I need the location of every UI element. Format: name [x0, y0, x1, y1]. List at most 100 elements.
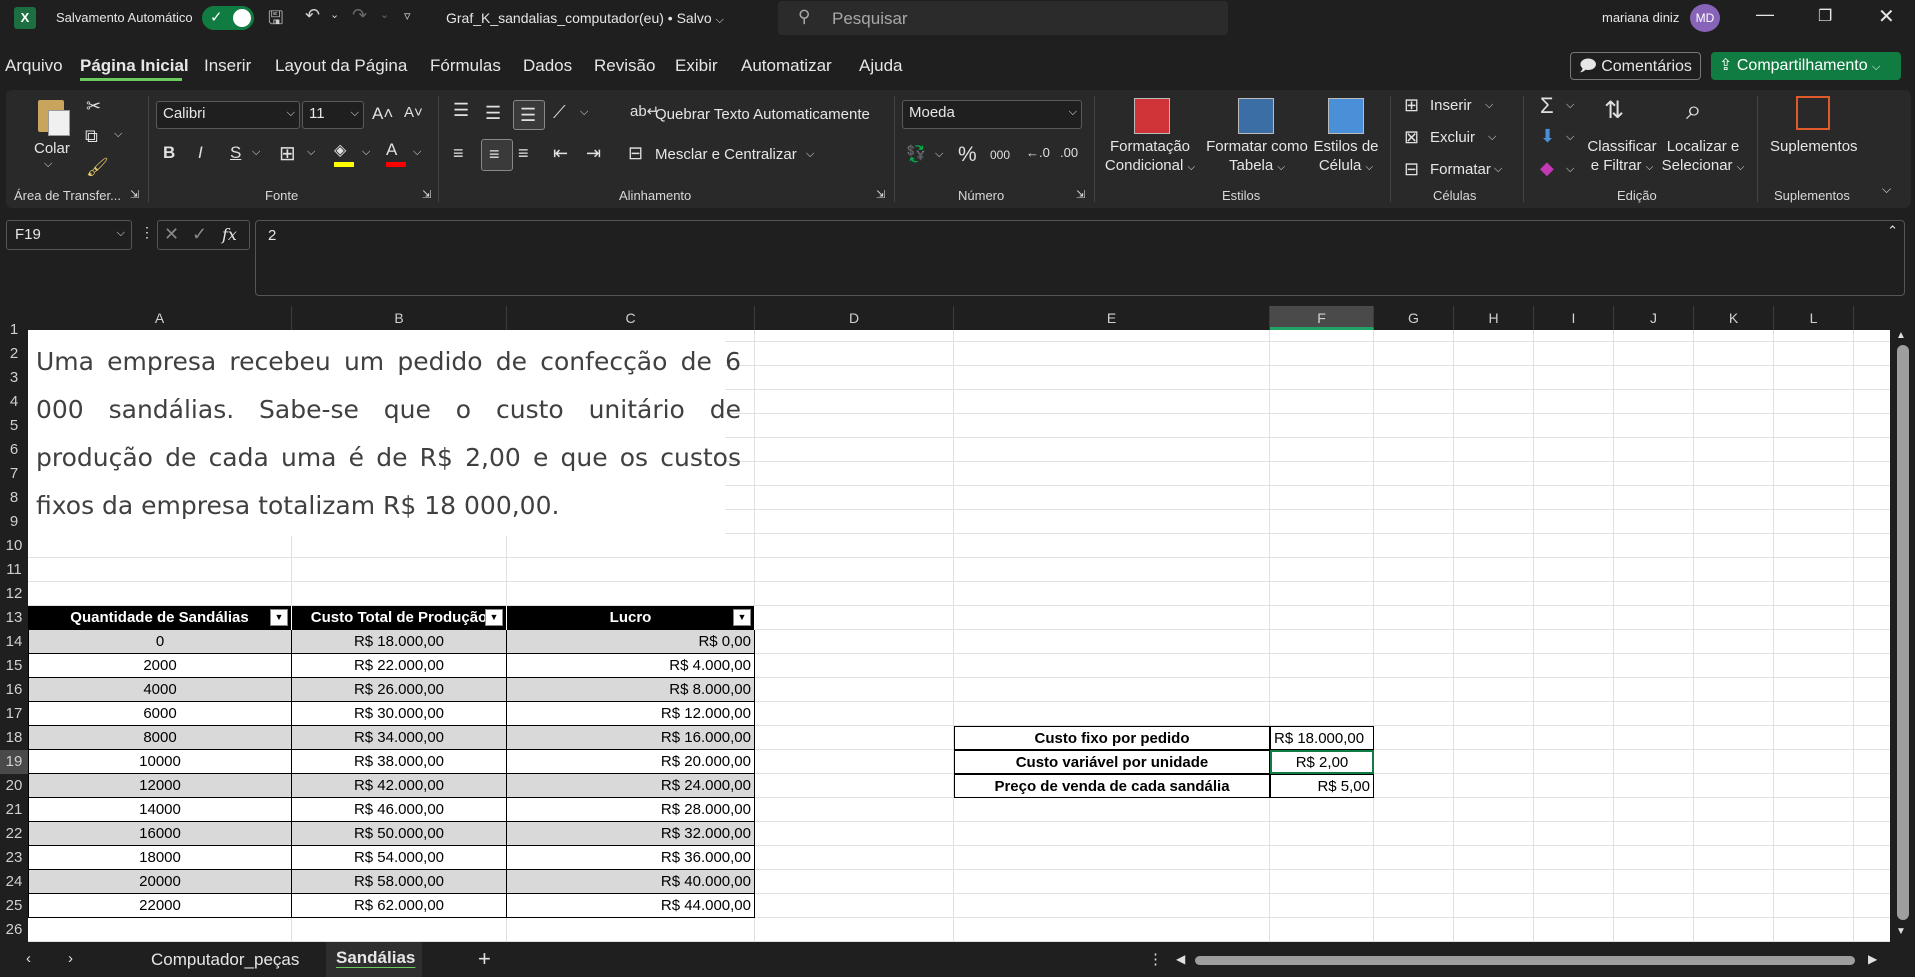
chevron-down-icon[interactable]: ⌵: [1494, 163, 1502, 176]
customize-toolbar-icon[interactable]: ▿: [404, 8, 411, 24]
chevron-down-icon[interactable]: ⌵: [1485, 99, 1493, 112]
row-header[interactable]: 9: [0, 510, 28, 534]
delete-cells-button[interactable]: Excluir: [1430, 129, 1475, 146]
clear-icon[interactable]: ◆: [1540, 158, 1554, 179]
chevron-down-icon[interactable]: ⌵: [1488, 131, 1496, 144]
name-box[interactable]: F19 ⌵: [6, 220, 132, 250]
delete-cells-icon[interactable]: ⊠: [1404, 127, 1419, 148]
table-cell[interactable]: R$ 50.000,00: [292, 822, 507, 846]
filter-dropdown-icon[interactable]: ▼: [733, 609, 751, 626]
increase-indent-icon[interactable]: ⇥: [586, 143, 601, 164]
table-cell[interactable]: R$ 32.000,00: [507, 822, 755, 846]
align-right-icon[interactable]: ≡: [518, 143, 529, 164]
table-cell[interactable]: R$ 28.000,00: [507, 798, 755, 822]
number-format-select[interactable]: Moeda ⌵: [902, 100, 1082, 129]
column-header[interactable]: A: [28, 306, 292, 330]
merge-center-button[interactable]: Mesclar e Centralizar: [655, 146, 797, 163]
table-cell[interactable]: 16000: [28, 822, 292, 846]
table-header-cell[interactable]: Lucro: [507, 606, 755, 630]
parameter-label[interactable]: Custo variável por unidade: [954, 750, 1270, 774]
increase-decimal-icon[interactable]: ←.0: [1026, 145, 1050, 160]
more-options-icon[interactable]: ⋮: [140, 224, 154, 241]
column-header-selected[interactable]: F: [1270, 306, 1374, 330]
row-header[interactable]: 23: [0, 846, 28, 870]
row-header[interactable]: 5: [0, 414, 28, 438]
chevron-down-icon[interactable]: ⌵: [252, 146, 260, 159]
row-header[interactable]: 14: [0, 630, 28, 654]
file-title[interactable]: Graf_K_sandalias_computador(eu) • Salvo …: [446, 10, 724, 27]
row-header[interactable]: 6: [0, 438, 28, 462]
more-options-icon[interactable]: ⋮: [1148, 950, 1163, 968]
row-header[interactable]: 17: [0, 702, 28, 726]
row-header[interactable]: 2: [0, 342, 28, 366]
cut-icon[interactable]: ✂: [86, 96, 101, 117]
table-header-cell[interactable]: Quantidade de Sandálias: [28, 606, 292, 630]
row-header[interactable]: 10: [0, 534, 28, 558]
column-header[interactable]: I: [1534, 306, 1614, 330]
row-header[interactable]: 26: [0, 918, 28, 942]
table-cell[interactable]: 6000: [28, 702, 292, 726]
table-cell[interactable]: 12000: [28, 774, 292, 798]
table-cell[interactable]: R$ 8.000,00: [507, 678, 755, 702]
chevron-down-icon[interactable]: ⌵: [307, 146, 315, 159]
row-header-selected[interactable]: 19: [0, 750, 28, 774]
font-size-select[interactable]: 11 ⌵: [302, 101, 364, 129]
chevron-down-icon[interactable]: ⌵: [362, 146, 370, 159]
close-icon[interactable]: ✕: [1878, 4, 1895, 29]
restore-icon[interactable]: ❐: [1818, 6, 1832, 26]
percent-button[interactable]: %: [958, 143, 977, 167]
row-header[interactable]: 24: [0, 870, 28, 894]
row-header[interactable]: 20: [0, 774, 28, 798]
row-header[interactable]: 11: [0, 558, 28, 582]
column-header[interactable]: B: [292, 306, 507, 330]
chevron-down-icon[interactable]: ⌵: [1566, 163, 1574, 176]
scroll-up-icon[interactable]: ▲: [1896, 330, 1906, 341]
tab-arquivo[interactable]: Arquivo: [5, 56, 63, 76]
cancel-icon[interactable]: ✕: [164, 224, 179, 245]
parameter-label[interactable]: Preço de venda de cada sandália: [954, 774, 1270, 798]
orientation-icon[interactable]: ⟋: [553, 102, 566, 123]
table-cell[interactable]: 2000: [28, 654, 292, 678]
copy-icon[interactable]: ⧉: [85, 126, 98, 147]
table-cell[interactable]: R$ 54.000,00: [292, 846, 507, 870]
comments-button[interactable]: 🗩 Comentários: [1570, 52, 1701, 80]
chevron-down-icon[interactable]: ⌵: [935, 148, 943, 161]
parameter-value[interactable]: R$ 18.000,00: [1270, 726, 1374, 750]
table-cell[interactable]: 22000: [28, 894, 292, 918]
chevron-up-icon[interactable]: ⌃: [1887, 223, 1898, 239]
table-cell[interactable]: 14000: [28, 798, 292, 822]
font-color-icon[interactable]: A: [386, 140, 406, 168]
column-header[interactable]: L: [1774, 306, 1854, 330]
align-bottom-button[interactable]: ☰: [513, 100, 545, 130]
autosave-toggle[interactable]: ✓: [202, 6, 254, 30]
table-cell[interactable]: 10000: [28, 750, 292, 774]
tab-exibir[interactable]: Exibir: [675, 56, 718, 76]
filter-dropdown-icon[interactable]: ▼: [485, 609, 503, 626]
share-button[interactable]: ⇪ Compartilhamento ⌵: [1711, 52, 1901, 80]
worksheet-grid[interactable]: Uma empresa recebeu um pedido de confecç…: [28, 330, 1890, 942]
cell-styles-button[interactable]: Estilos de Célula ⌵: [1310, 137, 1382, 177]
paste-icon[interactable]: [36, 96, 70, 136]
table-cell[interactable]: R$ 46.000,00: [292, 798, 507, 822]
row-header[interactable]: 22: [0, 822, 28, 846]
row-header[interactable]: 8: [0, 486, 28, 510]
table-cell[interactable]: R$ 30.000,00: [292, 702, 507, 726]
cell-styles-icon[interactable]: [1328, 98, 1364, 134]
row-header[interactable]: 16: [0, 678, 28, 702]
addins-icon[interactable]: [1796, 96, 1830, 130]
dialog-launcher-icon[interactable]: ⇲: [130, 188, 139, 201]
bold-button[interactable]: B: [163, 143, 175, 163]
row-header[interactable]: 7: [0, 462, 28, 486]
dialog-launcher-icon[interactable]: ⇲: [876, 188, 885, 201]
next-sheet-icon[interactable]: ›: [68, 950, 73, 967]
formula-input[interactable]: 2 ⌃: [255, 220, 1905, 296]
tab-dados[interactable]: Dados: [523, 56, 572, 76]
row-header[interactable]: 21: [0, 798, 28, 822]
sheet-tab-sandalias[interactable]: Sandálias: [326, 942, 422, 977]
collapse-ribbon-icon[interactable]: ⌵: [1882, 182, 1891, 197]
enter-icon[interactable]: ✓: [192, 224, 207, 245]
font-name-select[interactable]: Calibri ⌵: [156, 101, 300, 129]
chevron-down-icon[interactable]: ⌵: [44, 158, 52, 171]
column-header[interactable]: G: [1374, 306, 1454, 330]
dialog-launcher-icon[interactable]: ⇲: [1076, 188, 1085, 201]
